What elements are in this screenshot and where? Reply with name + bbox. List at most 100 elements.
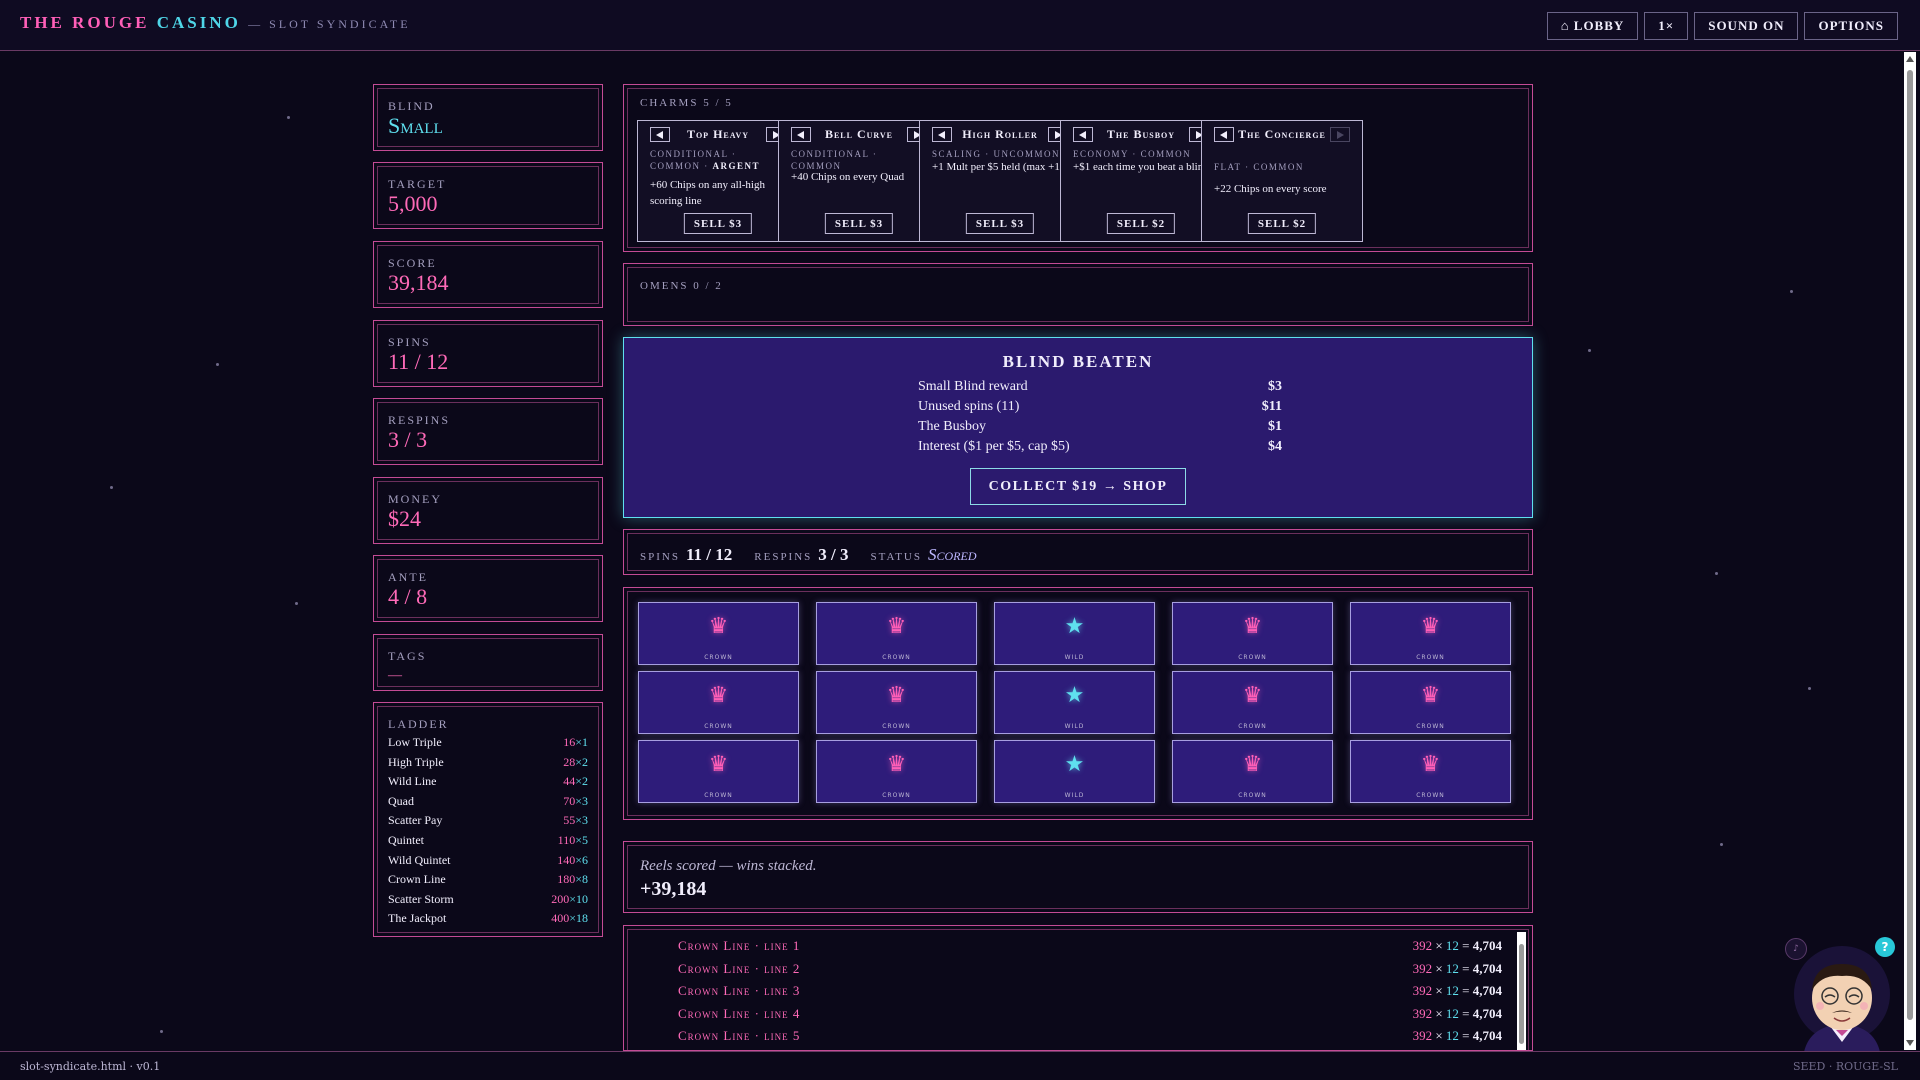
ladder-row: Scatter Pay 55×3 bbox=[388, 813, 588, 833]
hand-payout: 70×3 bbox=[563, 794, 588, 814]
scrollbar-thumb[interactable] bbox=[1907, 70, 1913, 1020]
stat-value: — bbox=[388, 668, 402, 683]
sell-charm-button[interactable]: SELL $2 bbox=[1106, 213, 1176, 234]
sound-toggle-button[interactable]: SOUND ON bbox=[1694, 12, 1799, 40]
crown-icon: ♛ bbox=[708, 683, 729, 708]
reel-cell[interactable]: ♛ CROWN bbox=[1350, 602, 1511, 665]
stat-label: SCORE bbox=[388, 256, 437, 270]
crown-icon: ♛ bbox=[1420, 752, 1441, 777]
move-left-icon[interactable] bbox=[1073, 127, 1093, 142]
reward-amount: $11 bbox=[1261, 399, 1282, 414]
star bbox=[1588, 349, 1591, 352]
sell-charm-button[interactable]: SELL $2 bbox=[1247, 213, 1317, 234]
payline-total: 4,704 bbox=[1472, 983, 1502, 998]
crown-icon: ♛ bbox=[886, 614, 907, 639]
charm-tag-text: CONDITIONAL · COMMON bbox=[791, 149, 878, 171]
payline-name: Crown Line · line 2 bbox=[678, 960, 801, 976]
spin-result-panel: Reels scored — wins stacked. +39,184 bbox=[623, 841, 1533, 913]
hand-name: Quintet bbox=[388, 832, 424, 847]
scroll-up-arrow[interactable] bbox=[1906, 56, 1914, 62]
sell-charm-button[interactable]: SELL $3 bbox=[965, 213, 1035, 234]
lobby-button[interactable]: ⌂ LOBBY bbox=[1546, 12, 1639, 40]
collect-shop-button[interactable]: COLLECT $19 → SHOP bbox=[970, 468, 1186, 505]
crown-icon: ♛ bbox=[1242, 614, 1263, 639]
stat-label: TAGS bbox=[388, 649, 427, 663]
title-the-rouge: THE ROUGE bbox=[20, 13, 150, 32]
charm-card[interactable]: High Roller SCALING · UNCOMMON +1 Mult per… bbox=[919, 120, 1081, 242]
hand-chips: 140 bbox=[557, 852, 576, 867]
hand-name: Scatter Pay bbox=[388, 813, 443, 828]
charm-tag-text: FLAT · COMMON bbox=[1214, 162, 1304, 172]
options-button[interactable]: OPTIONS bbox=[1804, 12, 1898, 40]
hand-mult: ×2 bbox=[575, 754, 588, 769]
reel-cell[interactable]: ♛ CROWN bbox=[638, 602, 799, 665]
reel-cell[interactable]: ♛ CROWN bbox=[638, 740, 799, 803]
hand-name: The Jackpot bbox=[388, 911, 447, 926]
ladder-row: Quintet 110×5 bbox=[388, 833, 588, 853]
ladder-row: Crown Line 180×8 bbox=[388, 872, 588, 892]
hand-chips: 200 bbox=[551, 891, 570, 906]
page-scrollbar[interactable] bbox=[1904, 52, 1916, 1050]
reel-cell[interactable]: ★ WILD bbox=[994, 602, 1155, 665]
stat-ante: ANTE 4 / 8 bbox=[373, 555, 603, 622]
hand-mult: ×3 bbox=[575, 813, 588, 828]
scroll-down-arrow[interactable] bbox=[1906, 1040, 1914, 1046]
symbol-label: CROWN bbox=[882, 654, 911, 661]
reward-amount: $3 bbox=[1268, 379, 1282, 394]
reel-cell[interactable]: ♛ CROWN bbox=[1350, 671, 1511, 734]
reward-label: The Busboy bbox=[918, 419, 987, 434]
hand-name: Crown Line bbox=[388, 872, 446, 887]
payline-scrollbar[interactable] bbox=[1517, 932, 1526, 1050]
app-title: THE ROUGE CASINO — SLOT SYNDICATE bbox=[20, 13, 411, 33]
payline-mult: 12 bbox=[1445, 1005, 1459, 1021]
stat-label: ANTE bbox=[388, 570, 428, 584]
header-buttons: ⌂ LOBBY 1× SOUND ON OPTIONS bbox=[1546, 12, 1898, 40]
stat-blind: BLIND Small bbox=[373, 84, 603, 151]
footer: slot-syndicate.html · v0.1 SEED · ROUGE-… bbox=[0, 1051, 1920, 1080]
ladder-row: The Jackpot 400×18 bbox=[388, 911, 588, 931]
reel-cell[interactable]: ♛ CROWN bbox=[816, 671, 977, 734]
ladder-row: High Triple 28×2 bbox=[388, 755, 588, 775]
charm-card[interactable]: Top Heavy CONDITIONAL · COMMON · ARGENT +6… bbox=[637, 120, 799, 242]
reel-cell[interactable]: ♛ CROWN bbox=[816, 602, 977, 665]
reel-cell[interactable]: ♛ CROWN bbox=[1172, 671, 1333, 734]
scrollbar-thumb[interactable] bbox=[1519, 944, 1524, 1044]
hand-name: High Triple bbox=[388, 754, 444, 769]
hand-name: Quad bbox=[388, 793, 414, 808]
reel-cell[interactable]: ♛ CROWN bbox=[1172, 740, 1333, 803]
hand-mult: ×2 bbox=[575, 774, 588, 789]
payline-row: Crown Line · line 2 392 × 12 = 4,704 bbox=[678, 961, 1502, 977]
speed-button[interactable]: 1× bbox=[1644, 12, 1689, 40]
sell-charm-button[interactable]: SELL $3 bbox=[683, 213, 753, 234]
reel-cell[interactable]: ♛ CROWN bbox=[816, 740, 977, 803]
stat-money: MONEY $24 bbox=[373, 477, 603, 544]
charm-card[interactable]: The Busboy ECONOMY · COMMON +$1 each time … bbox=[1060, 120, 1222, 242]
move-left-icon[interactable] bbox=[1214, 127, 1234, 142]
move-left-icon[interactable] bbox=[650, 127, 670, 142]
charm-card[interactable]: The Concierge FLAT · COMMON +22 Chips on e… bbox=[1201, 120, 1363, 242]
respins-value: 3 / 3 bbox=[818, 545, 849, 564]
reel-cell[interactable]: ♛ CROWN bbox=[1350, 740, 1511, 803]
star bbox=[1720, 843, 1723, 846]
symbol-label: CROWN bbox=[704, 792, 733, 799]
hand-chips: 44 bbox=[563, 774, 576, 789]
sell-charm-button[interactable]: SELL $3 bbox=[824, 213, 894, 234]
ladder-row: Wild Line 44×2 bbox=[388, 774, 588, 794]
payline-mult: 12 bbox=[1445, 960, 1459, 976]
reel-cell[interactable]: ★ WILD bbox=[994, 740, 1155, 803]
reel-cell[interactable]: ♛ CROWN bbox=[1172, 602, 1333, 665]
reel-cell[interactable]: ★ WILD bbox=[994, 671, 1155, 734]
payline-calc: 392 × 12 = 4,704 bbox=[1412, 983, 1502, 998]
reel-cell[interactable]: ♛ CROWN bbox=[638, 671, 799, 734]
hand-payout: 28×2 bbox=[563, 755, 588, 775]
charm-tag-text: ECONOMY · COMMON bbox=[1073, 149, 1192, 159]
hand-payout: 200×10 bbox=[551, 892, 588, 912]
move-left-icon[interactable] bbox=[791, 127, 811, 142]
charm-card[interactable]: Bell Curve CONDITIONAL · COMMON +40 Chips … bbox=[778, 120, 940, 242]
stat-label: MONEY bbox=[388, 492, 442, 506]
symbol-label: CROWN bbox=[882, 792, 911, 799]
move-left-icon[interactable] bbox=[932, 127, 952, 142]
charm-edition: ARGENT bbox=[712, 161, 761, 171]
symbol-label: WILD bbox=[1064, 654, 1085, 661]
reward-label: Interest ($1 per $5, cap $5) bbox=[918, 439, 1070, 454]
